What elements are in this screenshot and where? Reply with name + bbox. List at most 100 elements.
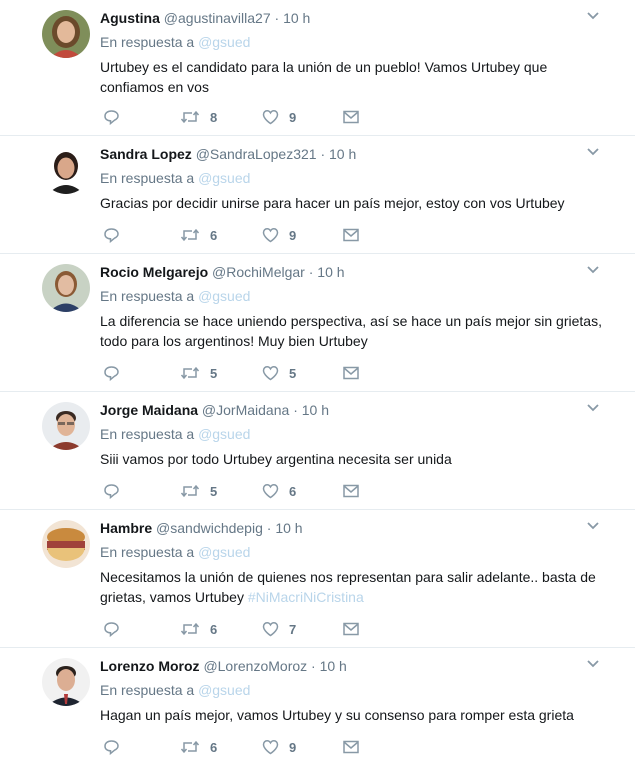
like-button[interactable]: 6: [262, 481, 296, 501]
hashtag-link[interactable]: #NiMacriNiCristina: [248, 589, 364, 605]
reply-mention[interactable]: @gsued: [198, 34, 250, 50]
reply-icon: [104, 622, 119, 637]
display-name[interactable]: Agustina: [100, 10, 160, 26]
timestamp[interactable]: 10 h: [275, 520, 302, 536]
like-button[interactable]: 9: [262, 737, 296, 757]
reply-button[interactable]: [103, 481, 120, 501]
timestamp[interactable]: 10 h: [317, 264, 344, 280]
reply-mention[interactable]: @gsued: [198, 426, 250, 442]
chevron-down-icon[interactable]: [586, 147, 600, 157]
separator-dot: ·: [266, 520, 272, 536]
chevron-down-icon[interactable]: [586, 265, 600, 275]
tweet[interactable]: Rocio Melgarejo @RochiMelgar · 10 h En r…: [0, 254, 635, 392]
display-name[interactable]: Jorge Maidana: [100, 402, 198, 418]
retweet-icon: [180, 110, 200, 124]
tweet-header: Sandra Lopez @SandraLopez321 · 10 h: [100, 145, 356, 163]
retweet-button[interactable]: 6: [180, 619, 217, 639]
display-name[interactable]: Rocio Melgarejo: [100, 264, 208, 280]
reply-mention[interactable]: @gsued: [198, 170, 250, 186]
chevron-down-icon[interactable]: [586, 11, 600, 21]
direct-message-button[interactable]: [343, 481, 359, 501]
direct-message-button[interactable]: [343, 107, 359, 127]
separator-dot: ·: [320, 146, 326, 162]
tweet-actions: 5 5: [100, 363, 370, 383]
retweet-button[interactable]: 5: [180, 481, 217, 501]
direct-message-button[interactable]: [343, 619, 359, 639]
retweet-count: 6: [210, 227, 218, 243]
user-handle[interactable]: @sandwichdepig: [156, 520, 263, 536]
envelope-icon: [343, 110, 359, 124]
tweet[interactable]: Hambre @sandwichdepig · 10 h En respuest…: [0, 510, 635, 648]
avatar[interactable]: [42, 10, 90, 58]
retweet-button[interactable]: 6: [180, 737, 217, 757]
chevron-down-icon[interactable]: [586, 403, 600, 413]
user-handle[interactable]: @agustinavilla27: [164, 10, 271, 26]
reply-icon: [104, 740, 119, 755]
direct-message-button[interactable]: [343, 225, 359, 245]
like-count: 9: [289, 739, 297, 755]
reply-icon: [104, 228, 119, 243]
reply-context: En respuesta a @gsued: [100, 425, 250, 443]
reply-mention[interactable]: @gsued: [198, 544, 250, 560]
heart-icon: [262, 228, 279, 243]
direct-message-button[interactable]: [343, 737, 359, 757]
user-handle[interactable]: @RochiMelgar: [212, 264, 305, 280]
tweet[interactable]: Agustina @agustinavilla27 · 10 h En resp…: [0, 0, 635, 136]
display-name[interactable]: Lorenzo Moroz: [100, 658, 200, 674]
like-button[interactable]: 9: [262, 225, 296, 245]
envelope-icon: [343, 228, 359, 242]
avatar[interactable]: [42, 264, 90, 312]
reply-button[interactable]: [103, 737, 120, 757]
reply-context: En respuesta a @gsued: [100, 169, 250, 187]
timestamp[interactable]: 10 h: [320, 658, 347, 674]
retweet-button[interactable]: 5: [180, 363, 217, 383]
reply-prefix: En respuesta a: [100, 34, 195, 50]
like-count: 6: [289, 483, 297, 499]
tweet-actions: 6 7: [100, 619, 370, 639]
chevron-down-icon[interactable]: [586, 521, 600, 531]
timestamp[interactable]: 10 h: [302, 402, 329, 418]
retweet-icon: [180, 484, 200, 498]
user-handle[interactable]: @LorenzoMoroz: [203, 658, 307, 674]
tweet[interactable]: Lorenzo Moroz @LorenzoMoroz · 10 h En re…: [0, 648, 635, 758]
reply-button[interactable]: [103, 225, 120, 245]
display-name[interactable]: Sandra Lopez: [100, 146, 192, 162]
retweet-icon: [180, 740, 200, 754]
timestamp[interactable]: 10 h: [283, 10, 310, 26]
tweet[interactable]: Jorge Maidana @JorMaidana · 10 h En resp…: [0, 392, 635, 510]
reply-mention[interactable]: @gsued: [198, 288, 250, 304]
direct-message-button[interactable]: [343, 363, 359, 383]
heart-icon: [262, 622, 279, 637]
heart-icon: [262, 484, 279, 499]
like-button[interactable]: 7: [262, 619, 296, 639]
reply-button[interactable]: [103, 619, 120, 639]
like-button[interactable]: 9: [262, 107, 296, 127]
like-button[interactable]: 5: [262, 363, 296, 383]
like-count: 9: [289, 109, 297, 125]
tweet-text: Siii vamos por todo Urtubey argentina ne…: [100, 451, 452, 467]
user-handle[interactable]: @SandraLopez321: [196, 146, 317, 162]
avatar[interactable]: [42, 520, 90, 568]
retweet-button[interactable]: 8: [180, 107, 217, 127]
envelope-icon: [343, 622, 359, 636]
reply-prefix: En respuesta a: [100, 544, 195, 560]
like-count: 9: [289, 227, 297, 243]
reply-button[interactable]: [103, 363, 120, 383]
tweet-feed: Agustina @agustinavilla27 · 10 h En resp…: [0, 0, 635, 758]
timestamp[interactable]: 10 h: [329, 146, 356, 162]
avatar[interactable]: [42, 402, 90, 450]
retweet-count: 6: [210, 621, 218, 637]
avatar[interactable]: [42, 658, 90, 706]
reply-icon: [104, 484, 119, 499]
display-name[interactable]: Hambre: [100, 520, 152, 536]
tweet-text: Necesitamos la unión de quienes nos repr…: [100, 567, 610, 607]
chevron-down-icon[interactable]: [586, 659, 600, 669]
reply-button[interactable]: [103, 107, 120, 127]
tweet[interactable]: Sandra Lopez @SandraLopez321 · 10 h En r…: [0, 136, 635, 254]
reply-mention[interactable]: @gsued: [198, 682, 250, 698]
user-handle[interactable]: @JorMaidana: [202, 402, 289, 418]
tweet-actions: 5 6: [100, 481, 370, 501]
retweet-button[interactable]: 6: [180, 225, 217, 245]
retweet-count: 5: [210, 365, 218, 381]
avatar[interactable]: [42, 146, 90, 194]
